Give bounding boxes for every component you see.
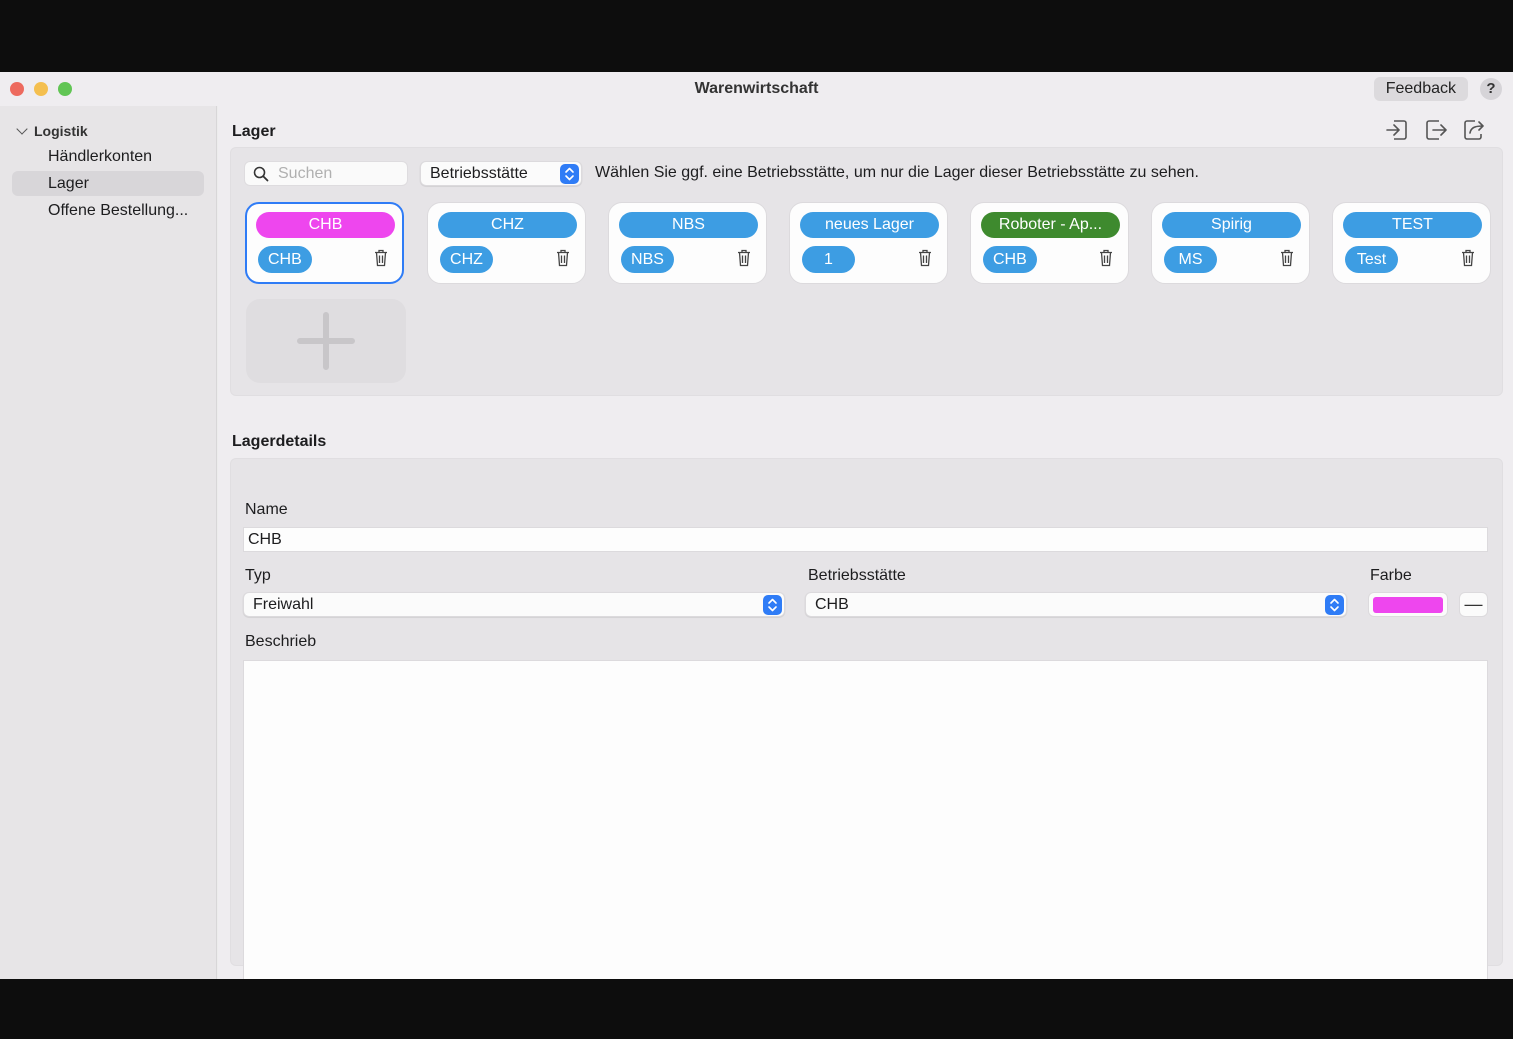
typ-label: Typ <box>245 567 271 584</box>
trash-icon[interactable] <box>737 249 751 267</box>
betriebsstaette-select-value: CHB <box>815 596 849 613</box>
lager-name-pill: Spirig <box>1162 212 1301 238</box>
name-field[interactable]: CHB <box>243 527 1488 552</box>
betriebsstaette-filter-select[interactable]: Betriebsstätte <box>420 161 582 186</box>
lager-section-title: Lager <box>232 123 276 140</box>
add-lager-button[interactable] <box>246 299 406 383</box>
typ-select[interactable]: Freiwahl <box>243 592 785 617</box>
betriebsstaette-pill: Test <box>1345 246 1398 273</box>
lager-card-neues-lager[interactable]: neues Lager 1 <box>789 202 948 284</box>
lager-name-pill: neues Lager <box>800 212 939 238</box>
color-well[interactable] <box>1368 592 1448 617</box>
help-button[interactable]: ? <box>1480 78 1502 100</box>
lager-name-pill: CHB <box>256 212 395 238</box>
select-stepper-icon <box>560 164 579 184</box>
lager-name-pill: Roboter - Ap... <box>981 212 1120 238</box>
lagerdetails-section-title: Lagerdetails <box>232 433 327 450</box>
select-stepper-icon <box>763 595 782 615</box>
title-bar: Warenwirtschaft Feedback ? <box>0 72 1513 106</box>
sidebar-item-lager[interactable]: Lager <box>12 171 204 196</box>
remove-color-button[interactable]: — <box>1459 592 1488 617</box>
betriebsstaette-pill: MS <box>1164 246 1217 273</box>
lager-name-pill: NBS <box>619 212 758 238</box>
app-window: Warenwirtschaft Feedback ? Logistik Händ… <box>0 72 1513 979</box>
lager-card-spirig[interactable]: Spirig MS <box>1151 202 1310 284</box>
sidebar-group-label: Logistik <box>34 123 88 139</box>
betriebsstaette-pill: NBS <box>621 246 674 273</box>
export-icon[interactable] <box>1423 117 1449 143</box>
beschrieb-label: Beschrieb <box>245 633 317 650</box>
share-icon[interactable] <box>1461 117 1487 143</box>
farbe-label: Farbe <box>1370 567 1412 584</box>
search-placeholder: Suchen <box>278 165 333 182</box>
lager-name-pill: CHZ <box>438 212 577 238</box>
betriebsstaette-pill: CHB <box>258 246 312 273</box>
color-swatch <box>1373 597 1443 613</box>
typ-select-value: Freiwahl <box>253 596 314 613</box>
lager-card-roboter[interactable]: Roboter - Ap... CHB <box>970 202 1129 284</box>
trash-icon[interactable] <box>556 249 570 267</box>
sidebar-item-offene-bestellungen[interactable]: Offene Bestellung... <box>12 198 204 223</box>
lager-card-test[interactable]: TEST Test <box>1332 202 1491 284</box>
select-stepper-icon <box>1325 595 1344 615</box>
window-title: Warenwirtschaft <box>694 80 819 97</box>
trash-icon[interactable] <box>374 249 388 267</box>
feedback-button[interactable]: Feedback <box>1373 77 1468 101</box>
trash-icon[interactable] <box>1099 249 1113 267</box>
sidebar-item-haendlerkonten[interactable]: Händlerkonten <box>12 144 204 169</box>
chevron-down-icon <box>16 123 28 135</box>
trash-icon[interactable] <box>918 249 932 267</box>
lager-card-nbs[interactable]: NBS NBS <box>608 202 767 284</box>
betriebsstaette-select[interactable]: CHB <box>805 592 1347 617</box>
name-field-value: CHB <box>248 531 282 548</box>
betriebsstaette-label: Betriebsstätte <box>808 567 906 584</box>
sidebar: Logistik Händlerkonten Lager Offene Best… <box>0 106 217 979</box>
lager-name-pill: TEST <box>1343 212 1482 238</box>
import-icon[interactable] <box>1384 117 1410 143</box>
beschrieb-textarea[interactable] <box>243 660 1488 979</box>
trash-icon[interactable] <box>1280 249 1294 267</box>
plus-icon <box>297 312 355 370</box>
lager-card-chb[interactable]: CHB CHB <box>245 202 404 284</box>
filter-hint-text: Wählen Sie ggf. eine Betriebsstätte, um … <box>595 164 1199 181</box>
search-input[interactable]: Suchen <box>244 161 408 186</box>
betriebsstaette-pill: CHB <box>983 246 1037 273</box>
sidebar-group-logistik[interactable]: Logistik <box>16 123 88 139</box>
name-label: Name <box>245 501 288 518</box>
betriebsstaette-filter-value: Betriebsstätte <box>430 165 528 182</box>
search-icon <box>253 166 269 182</box>
trash-icon[interactable] <box>1461 249 1475 267</box>
betriebsstaette-pill: CHZ <box>440 246 493 273</box>
betriebsstaette-pill: 1 <box>802 246 855 273</box>
lager-card-chz[interactable]: CHZ CHZ <box>427 202 586 284</box>
main-content: Lager Suchen Betriebsstätte Wählen Sie g… <box>218 106 1513 979</box>
